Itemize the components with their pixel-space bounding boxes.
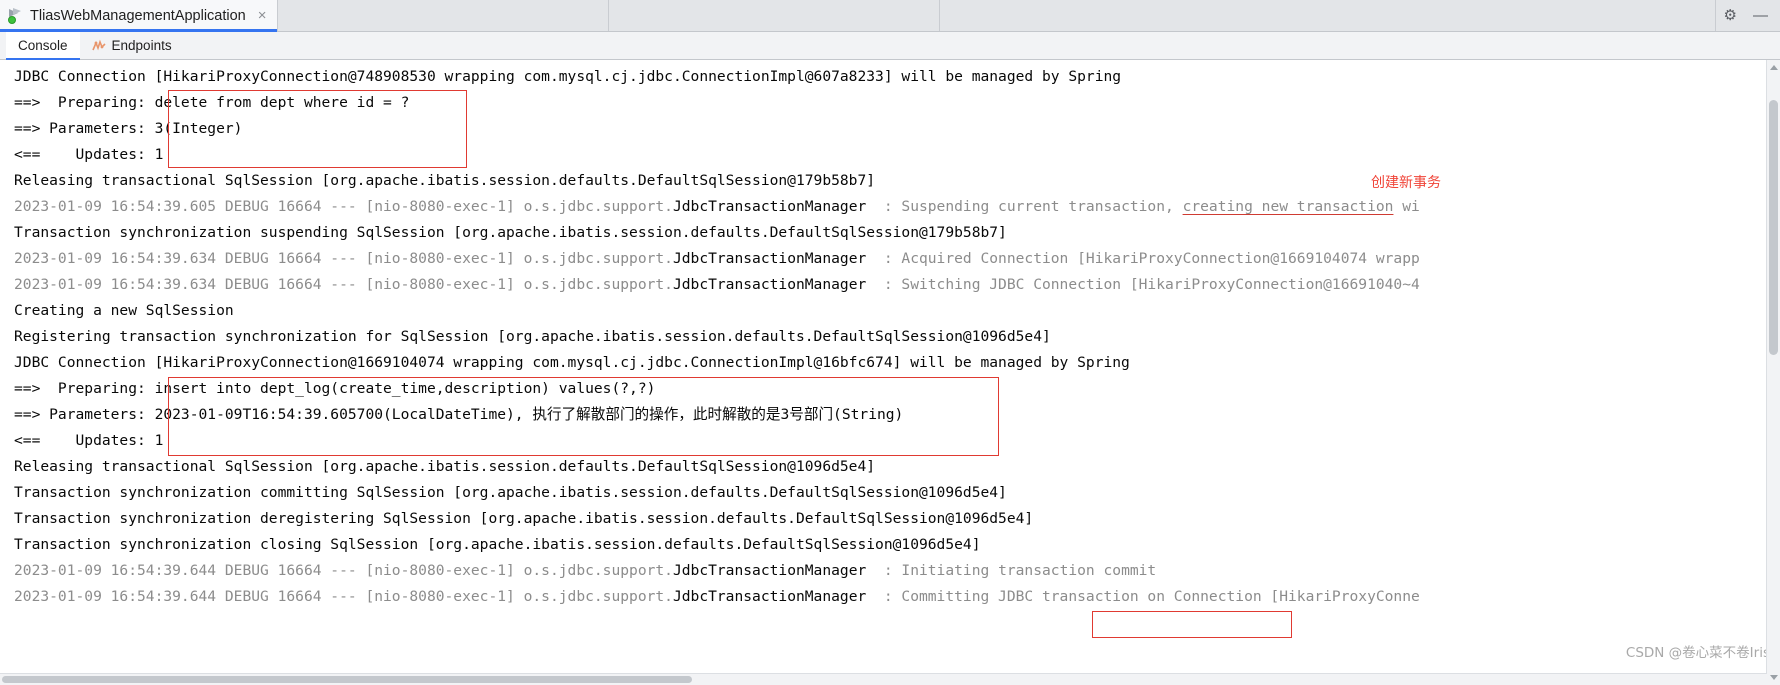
console-line-segment: : Acquired Connection [HikariProxyConnec…: [866, 250, 1420, 267]
scroll-down-icon[interactable]: [1770, 675, 1778, 680]
console-line-segment: Releasing transactional SqlSession [org.…: [14, 458, 876, 475]
console-line-segment: ==> Parameters: 2023-01-09T16:54:39.6057…: [14, 406, 904, 423]
console-line-segment: 2023-01-09 16:54:39.634 DEBUG 16664 --- …: [14, 250, 673, 267]
console-lines: JDBC Connection [HikariProxyConnection@7…: [0, 60, 1780, 685]
subtab-label: Endpoints: [111, 38, 172, 53]
console-line: Transaction synchronization suspending S…: [14, 220, 1780, 246]
console-line: Registering transaction synchronization …: [14, 324, 1780, 350]
console-line-segment: JdbcTransactionManager: [672, 276, 867, 293]
console-line-segment: : Suspending current transaction,: [866, 198, 1183, 215]
vertical-scrollbar[interactable]: [1766, 60, 1780, 685]
console-subtabbar: Console Endpoints: [0, 32, 1780, 60]
run-tool-window-tabbar: TliasWebManagementApplication × ⚙ —: [0, 0, 1780, 32]
console-line-segment: JdbcTransactionManager: [672, 198, 867, 215]
console-line-segment: : Switching JDBC Connection [HikariProxy…: [866, 276, 1420, 293]
console-line-segment: <== Updates: 1: [14, 146, 164, 163]
console-line-segment: <== Updates: 1: [14, 432, 164, 449]
watermark: CSDN @卷心菜不卷Iris: [1625, 645, 1770, 661]
tab-tlias-web-management-application[interactable]: TliasWebManagementApplication ×: [0, 0, 278, 32]
console-line-segment: Registering transaction synchronization …: [14, 328, 1051, 345]
minimize-icon[interactable]: —: [1753, 8, 1768, 23]
tabbar-gap-1: [277, 0, 609, 31]
console-line: 2023-01-09 16:54:39.634 DEBUG 16664 --- …: [14, 272, 1780, 298]
console-line: <== Updates: 1: [14, 142, 1780, 168]
console-line: Transaction synchronization deregisterin…: [14, 506, 1780, 532]
console-line-segment: 2023-01-09 16:54:39.605 DEBUG 16664 --- …: [14, 198, 673, 215]
console-line-segment: JDBC Connection [HikariProxyConnection@7…: [14, 68, 1122, 85]
console-line-segment: ==> Parameters: 3(Integer): [14, 120, 243, 137]
run-config-icon: [8, 7, 24, 24]
tab-console[interactable]: Console: [6, 32, 80, 60]
console-line-segment: 2023-01-09 16:54:39.634 DEBUG 16664 --- …: [14, 276, 673, 293]
console-line-segment: Transaction synchronization committing S…: [14, 484, 1007, 501]
console-line-segment: creating new transaction: [1182, 198, 1394, 215]
subtab-label: Console: [18, 38, 68, 53]
console-line-segment: 2023-01-09 16:54:39.644 DEBUG 16664 --- …: [14, 562, 673, 579]
horizontal-scrollbar[interactable]: [0, 673, 1767, 685]
console-line: ==> Preparing: delete from dept where id…: [14, 90, 1780, 116]
horizontal-scrollbar-thumb[interactable]: [2, 676, 692, 683]
scroll-up-icon[interactable]: [1770, 65, 1778, 70]
console-line-segment: Transaction synchronization closing SqlS…: [14, 536, 981, 553]
close-icon[interactable]: ×: [258, 8, 267, 23]
console-line-segment: JdbcTransactionManager: [672, 250, 867, 267]
console-line-segment: Creating a new SqlSession: [14, 302, 234, 319]
console-line: Releasing transactional SqlSession [org.…: [14, 168, 1780, 194]
tabbar-gap-3: [939, 0, 1716, 31]
console-line: ==> Parameters: 3(Integer): [14, 116, 1780, 142]
console-line-segment: Releasing transactional SqlSession [org.…: [14, 172, 876, 189]
create-new-transaction-note: 创建新事务: [1371, 175, 1441, 191]
console-line-segment: transaction commit: [998, 562, 1157, 579]
console-line-segment: wi: [1393, 198, 1420, 215]
console-line: Transaction synchronization closing SqlS…: [14, 532, 1780, 558]
console-line: ==> Parameters: 2023-01-09T16:54:39.6057…: [14, 402, 1780, 428]
console-line: Releasing transactional SqlSession [org.…: [14, 454, 1780, 480]
console-line-segment: 2023-01-09 16:54:39.644 DEBUG 16664 --- …: [14, 588, 673, 605]
console-line: 2023-01-09 16:54:39.644 DEBUG 16664 --- …: [14, 584, 1780, 610]
endpoints-icon: [91, 39, 106, 53]
console-output-panel[interactable]: JDBC Connection [HikariProxyConnection@7…: [0, 60, 1780, 685]
console-line-segment: Transaction synchronization suspending S…: [14, 224, 1007, 241]
console-line-segment: ==> Preparing: insert into dept_log(crea…: [14, 380, 656, 397]
vertical-scrollbar-thumb[interactable]: [1769, 100, 1778, 355]
console-line-segment: : Initiating: [866, 562, 999, 579]
tab-label: TliasWebManagementApplication: [30, 7, 246, 24]
console-line: JDBC Connection [HikariProxyConnection@1…: [14, 350, 1780, 376]
console-line: 2023-01-09 16:54:39.644 DEBUG 16664 --- …: [14, 558, 1780, 584]
console-line: 2023-01-09 16:54:39.634 DEBUG 16664 --- …: [14, 246, 1780, 272]
tab-endpoints[interactable]: Endpoints: [80, 32, 184, 59]
console-line-segment: : Committing JDBC transaction on Connect…: [866, 588, 1420, 605]
console-line-segment: JDBC Connection [HikariProxyConnection@1…: [14, 354, 1130, 371]
console-line-segment: JdbcTransactionManager: [672, 588, 867, 605]
console-line: JDBC Connection [HikariProxyConnection@7…: [14, 64, 1780, 90]
console-line: Transaction synchronization committing S…: [14, 480, 1780, 506]
console-line: <== Updates: 1: [14, 428, 1780, 454]
console-line: ==> Preparing: insert into dept_log(crea…: [14, 376, 1780, 402]
window-controls: ⚙ —: [1715, 0, 1780, 31]
console-line: 2023-01-09 16:54:39.605 DEBUG 16664 --- …: [14, 194, 1780, 220]
console-line-segment: ==> Preparing: delete from dept where id…: [14, 94, 410, 111]
console-line-segment: JdbcTransactionManager: [672, 562, 867, 579]
console-line-segment: Transaction synchronization deregisterin…: [14, 510, 1034, 527]
tabbar-gap-2: [608, 0, 940, 31]
console-line: Creating a new SqlSession: [14, 298, 1780, 324]
gear-icon[interactable]: ⚙: [1724, 8, 1737, 23]
